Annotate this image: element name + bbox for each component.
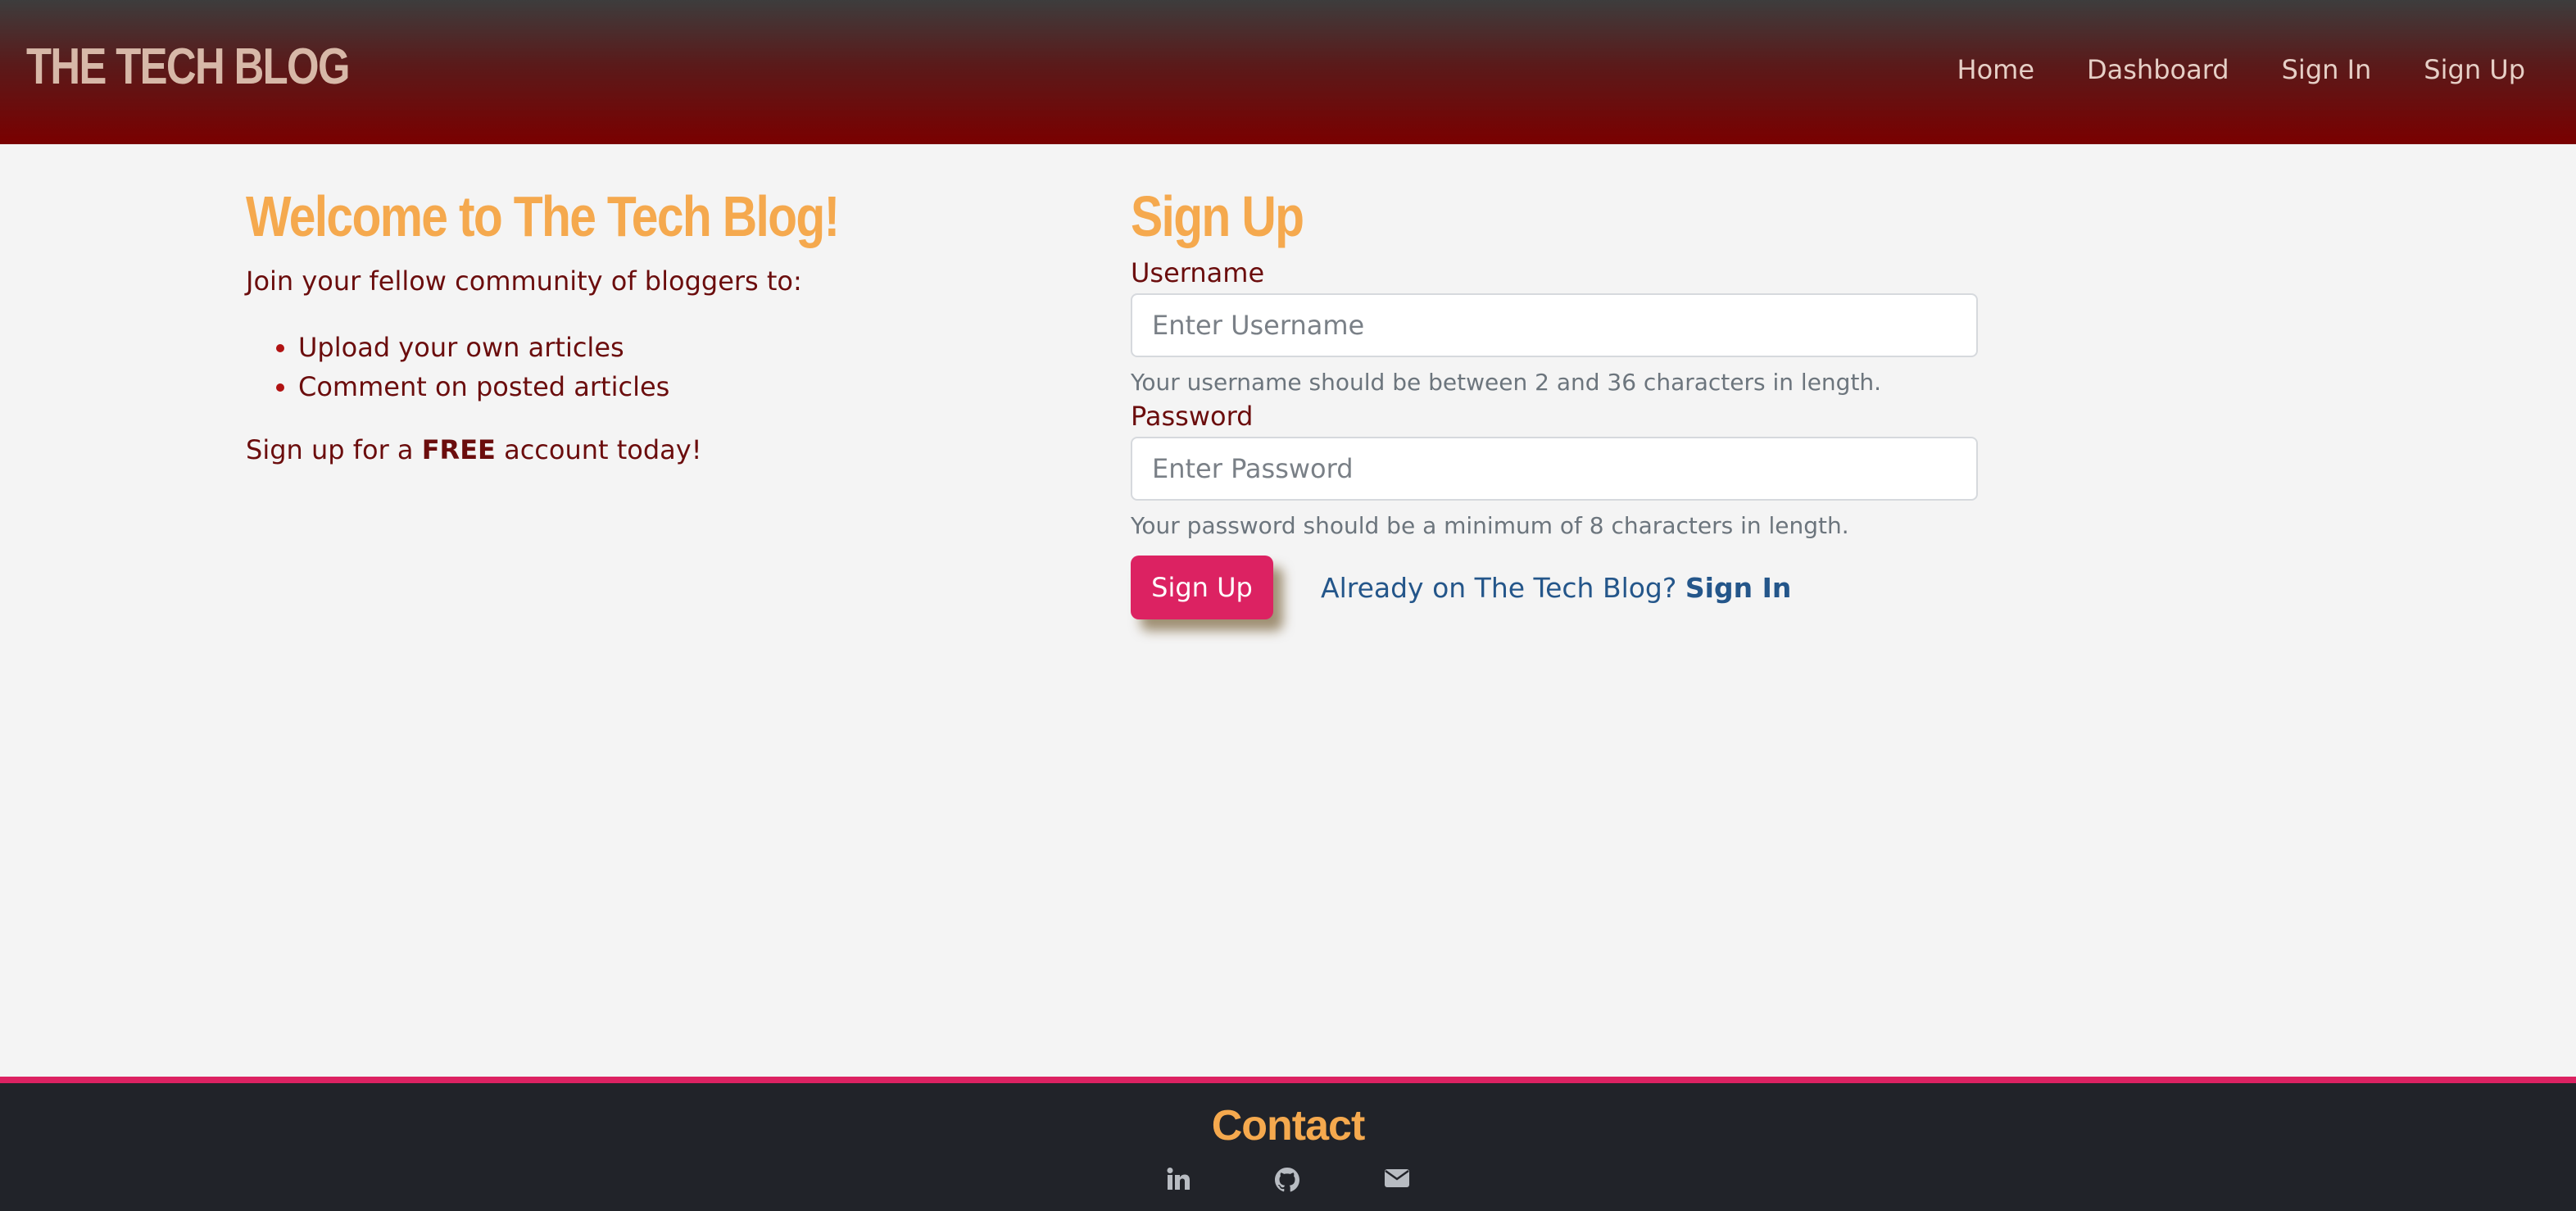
password-label: Password [1131,401,1254,432]
contact-title: Contact [1211,1102,1366,1150]
sign-up-button[interactable]: Sign Up [1131,556,1273,619]
linkedin-icon[interactable] [1166,1167,1190,1195]
footer: Contact [0,1077,2576,1211]
username-help: Your username should be between 2 and 36… [1131,369,1882,396]
nav-sign-up[interactable]: Sign Up [2424,54,2525,85]
perk-item: Upload your own articles [298,328,1065,367]
nav-sign-in[interactable]: Sign In [2282,54,2372,85]
perk-item: Comment on posted articles [298,367,1065,406]
cta-text: Sign up for a [246,434,422,465]
welcome-title: Welcome to The Tech Blog! [246,184,840,248]
username-label: Username [1131,257,1265,288]
nav-home[interactable]: Home [1957,54,2035,85]
sign-in-link[interactable]: Sign In [1685,572,1791,604]
signin-prompt-text: Already on The Tech Blog? [1321,571,1685,604]
username-input[interactable] [1131,293,1978,357]
welcome-section: Welcome to The Tech Blog! Join your fell… [246,184,1065,465]
navbar: THE TECH BLOG Home Dashboard Sign In Sig… [0,0,2576,144]
cta-free: FREE [421,434,496,465]
cta-text-end: account today! [495,434,702,465]
signup-cta: Sign up for a FREE account today! [246,434,1065,465]
signup-title: Sign Up [1131,184,1304,248]
signup-form: Sign Up Username Your username should be… [1131,184,1978,619]
page: THE TECH BLOG Home Dashboard Sign In Sig… [0,0,2576,1211]
github-icon[interactable] [1274,1167,1300,1195]
nav-dashboard[interactable]: Dashboard [2087,54,2229,85]
welcome-intro: Join your fellow community of bloggers t… [246,265,802,297]
password-input[interactable] [1131,437,1978,501]
brand-logo[interactable]: THE TECH BLOG [26,38,351,96]
nav-links: Home Dashboard Sign In Sign Up [1957,54,2526,85]
form-actions: Sign Up Already on The Tech Blog? Sign I… [1131,556,1978,619]
social-links [0,1167,2576,1195]
password-help: Your password should be a minimum of 8 c… [1131,512,1849,539]
envelope-icon[interactable] [1384,1167,1410,1195]
signin-prompt: Already on The Tech Blog? Sign In [1321,572,1791,604]
perks-list: Upload your own articles Comment on post… [246,328,1065,406]
